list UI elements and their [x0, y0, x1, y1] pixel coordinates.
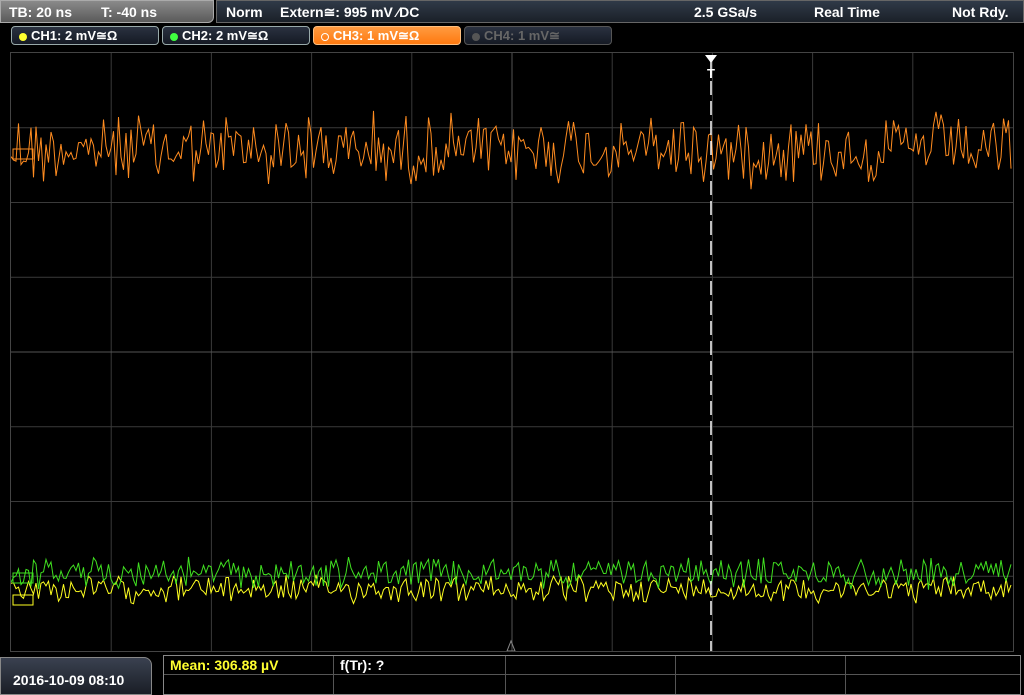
channel-2-label: CH2: 2 mV≅Ω [182, 28, 269, 43]
measurement-slot-6[interactable] [164, 675, 334, 694]
channel-4-tab[interactable]: CH4: 1 mV≅ [464, 26, 612, 45]
channel-1-label: CH1: 2 mV≅Ω [31, 28, 118, 43]
waveform-display[interactable]: T [10, 52, 1014, 652]
channel-1-indicator-icon [19, 32, 27, 41]
measurement-slot-3[interactable] [506, 656, 676, 675]
timebase-panel[interactable]: TB: 20 ns T: -40 ns [0, 0, 214, 23]
measurement-slot-9[interactable] [676, 675, 846, 694]
sample-rate-label: 2.5 GSa/s [694, 4, 758, 20]
channel-2-tab[interactable]: CH2: 2 mV≅Ω [162, 26, 310, 45]
measurement-slot-8[interactable] [506, 675, 676, 694]
waveform-traces [11, 110, 1012, 605]
acquisition-mode-label: Real Time [814, 4, 880, 20]
trigger-source-label: Extern≅: 995 mV ⁄DC [280, 4, 420, 20]
time-reference-icon [506, 639, 516, 651]
channel-3-tab[interactable]: CH3: 1 mV≅Ω [313, 26, 461, 45]
channel-3-indicator-icon [321, 32, 329, 41]
channel-4-label: CH4: 1 mV≅ [484, 28, 560, 43]
top-status-bar: TB: 20 ns T: -40 ns Norm Extern≅: 995 mV… [0, 0, 1024, 24]
datetime-label: 2016-10-09 08:10 [13, 672, 125, 688]
trigger-mode-label: Norm [226, 4, 263, 20]
measurement-slot-4[interactable] [676, 656, 846, 675]
frequency-measurement[interactable]: f(Tr): ? [334, 656, 506, 675]
bottom-bar: 2016-10-09 08:10 Mean: 306.88 µV f(Tr): … [0, 655, 1024, 695]
measurement-panel[interactable]: Mean: 306.88 µV f(Tr): ? [163, 655, 1021, 695]
trigger-arrow-icon [705, 55, 717, 63]
trigger-marker-label: T [707, 66, 715, 81]
channel-1-tab[interactable]: CH1: 2 mV≅Ω [11, 26, 159, 45]
channel-tabs: CH1: 2 mV≅Ω CH2: 2 mV≅Ω CH3: 1 mV≅Ω CH4:… [0, 26, 1024, 48]
measurement-slot-7[interactable] [334, 675, 506, 694]
trigger-marker[interactable]: T [705, 55, 717, 651]
measurement-slot-10[interactable] [846, 675, 1020, 694]
channel-4-indicator-icon [472, 32, 480, 41]
channel-2-indicator-icon [170, 32, 178, 41]
trigger-status-panel[interactable]: Norm Extern≅: 995 mV ⁄DC 2.5 GSa/s Real … [216, 0, 1024, 23]
waveform-canvas[interactable]: T [11, 53, 1013, 651]
channel-3-label: CH3: 1 mV≅Ω [333, 28, 420, 43]
measurement-slot-5[interactable] [846, 656, 1020, 675]
channel-3-trace [11, 110, 1012, 190]
ready-status-label: Not Rdy. [952, 4, 1009, 20]
trigger-time-label: T: -40 ns [101, 4, 158, 20]
mean-measurement[interactable]: Mean: 306.88 µV [164, 656, 334, 675]
channel-1-offset-icon[interactable] [12, 594, 34, 606]
timebase-label: TB: 20 ns [9, 4, 73, 20]
datetime-panel: 2016-10-09 08:10 [0, 657, 152, 695]
